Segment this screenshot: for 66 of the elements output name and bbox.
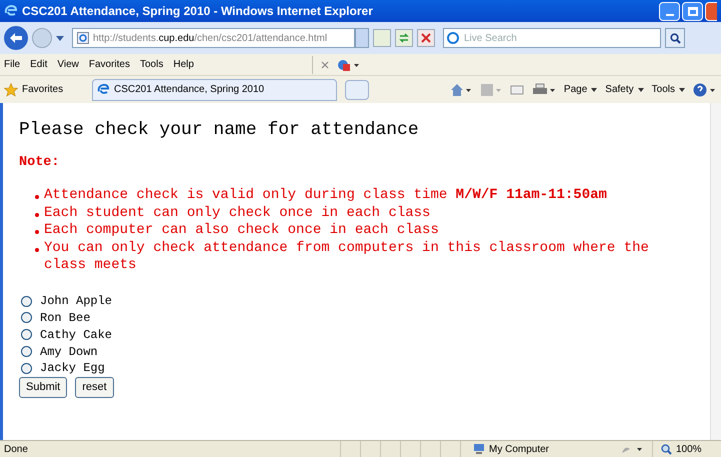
close-icon [421,33,431,43]
note-text: Each computer can also check once in each class [44,222,439,240]
search-provider-icon [447,32,459,44]
student-name: Cathy Cake [40,326,112,344]
page-heading: Please check your name for attendance [19,119,420,142]
browser-tab[interactable]: CSC201 Attendance, Spring 2010 [92,78,337,100]
bullet-icon [35,248,39,252]
bullet-icon [35,212,39,217]
command-menu[interactable]: Page [564,82,598,97]
student-name: Ron Bee [40,310,90,327]
note-text: Each student can only check once in each class [44,204,430,222]
radio-button[interactable] [21,296,32,307]
menu-item[interactable]: File [4,57,20,72]
note-text: Attendance check is valid only during class time M/W/F 11am-11:50am [44,187,607,205]
radio-button[interactable] [21,329,32,340]
close-icon[interactable] [321,60,329,68]
page-icon [77,32,89,44]
back-button[interactable] [4,26,28,50]
computer-icon [473,443,485,455]
command-menu[interactable]: Safety [605,82,644,97]
bullet-icon [35,195,39,200]
submit-button[interactable]: Submit [19,376,68,398]
page-logo-icon [97,83,110,96]
caret-icon [591,88,598,92]
refresh-button[interactable] [395,29,413,47]
note-label: Note: [19,154,61,172]
refresh-icon [399,33,409,43]
zoom-button[interactable]: 100% [652,441,702,457]
bullet-icon [35,230,39,234]
menu-item[interactable]: Edit [30,57,48,72]
note-text: You can only check attendance from computers in this classroom where the class meets [44,240,650,275]
menu-item[interactable]: Help [173,57,194,72]
menu-item[interactable]: Favorites [88,57,130,72]
help-icon[interactable] [693,82,717,96]
search-button[interactable] [665,28,685,48]
command-menu[interactable]: Tools [652,82,685,97]
browser-logo-icon [4,4,18,18]
caret-icon [679,88,685,92]
student-name: John Apple [40,293,112,310]
security-zone: My Computer [489,442,550,456]
menu-item[interactable]: Tools [140,57,164,72]
minimize-button[interactable] [659,2,680,20]
close-button[interactable] [705,2,717,20]
scrollbar[interactable] [710,103,721,440]
status-text: Done [3,442,29,456]
address-field[interactable]: http://students.cup.edu/chen/csc201/attendance.html [72,28,355,48]
zoom-icon [661,444,672,454]
reset-button[interactable]: reset [75,376,114,398]
back-arrow-icon [9,32,23,44]
radio-button[interactable] [21,362,32,374]
stop-button[interactable] [417,29,435,47]
window-title: CSC201 Attendance, Spring 2010 - Windows Internet Explorer [22,3,374,20]
home-icon[interactable] [450,82,472,96]
star-icon [4,82,18,96]
search-field[interactable]: Live Search [443,28,661,48]
print-icon[interactable] [532,82,556,96]
student-name: Amy Down [40,344,98,361]
radio-button[interactable] [21,346,32,358]
student-name: Jacky Egg [40,360,105,378]
dropdown-arrow-icon[interactable] [56,36,64,40]
caret-icon [638,88,644,92]
favorites-button[interactable]: Favorites [22,82,64,97]
radio-button[interactable] [21,312,32,324]
search-icon [670,32,680,44]
maximize-button[interactable] [682,2,703,20]
menu-item[interactable]: View [57,57,79,72]
